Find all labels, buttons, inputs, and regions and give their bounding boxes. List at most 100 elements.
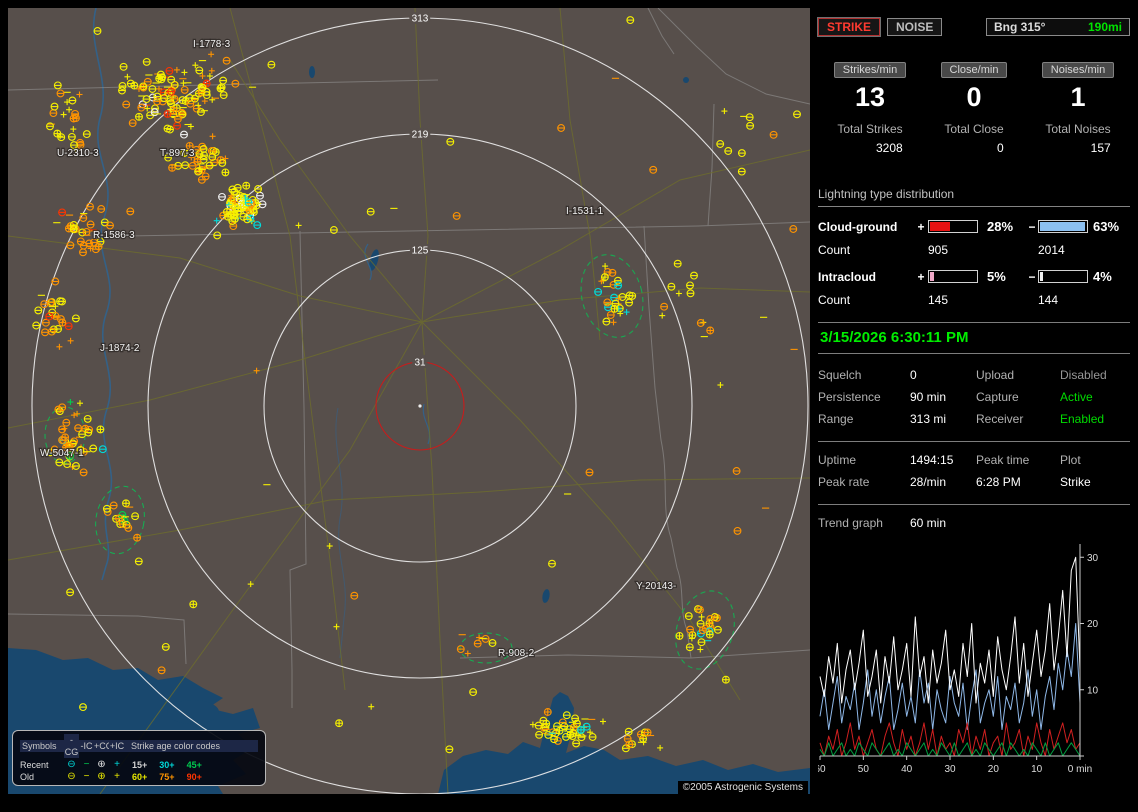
strike-symbol xyxy=(594,287,603,296)
legend-col-header: +CG xyxy=(94,740,113,752)
strike-symbol xyxy=(62,418,71,427)
cg-minus-percent: 63% xyxy=(1093,219,1120,234)
trend-y-tick: 10 xyxy=(1087,685,1099,696)
strike-symbol xyxy=(221,168,230,177)
ic-plus-bar xyxy=(928,270,978,283)
strike-symbol xyxy=(660,302,669,311)
strike-symbol xyxy=(131,512,140,521)
strike-symbol xyxy=(119,62,128,71)
strike-symbol xyxy=(41,328,49,337)
strike-symbol xyxy=(165,66,174,75)
strike-symbol xyxy=(610,304,619,313)
strike-symbol xyxy=(600,718,606,725)
strike-symbol xyxy=(169,106,178,115)
range-value: 313 mi xyxy=(910,412,947,426)
strike-symbol xyxy=(74,410,81,417)
peak-rate-label: Peak rate xyxy=(818,475,870,489)
strike-symbol xyxy=(213,231,222,240)
storm-cell-label: W-5047-1 xyxy=(40,448,84,459)
strike-symbol xyxy=(649,165,658,174)
strike-symbol xyxy=(724,147,733,155)
strike-symbol xyxy=(188,161,197,170)
legend-symbol: − xyxy=(83,771,90,782)
strike-symbol xyxy=(626,16,635,25)
legend-symbol: ⊖ xyxy=(67,771,76,782)
uptime-value: 1494:15 xyxy=(910,453,954,467)
storm-cell-label: I-1531-1 xyxy=(566,206,604,217)
total-close-label: Total Close xyxy=(944,122,1004,136)
strike-symbol xyxy=(614,281,623,290)
storm-cell-labels: I-1778-3 U-2310-3 T-897-3 R-1586-3 I-1531-1 J… xyxy=(39,38,678,661)
strike-symbol xyxy=(173,121,182,130)
rate-labels-row: Strikes/min Close/min Noises/min xyxy=(818,62,1130,78)
total-strikes: Total Strikes 3208 xyxy=(837,122,902,155)
close-per-min-value: 0 xyxy=(966,82,982,112)
total-strikes-label: Total Strikes xyxy=(837,122,903,136)
legend-age-code: 15+ xyxy=(132,759,148,770)
ic-plus-count: 145 xyxy=(928,293,949,307)
rate-values-row: 13 0 1 xyxy=(818,82,1130,112)
strike-symbol xyxy=(83,414,92,423)
strike-symbol xyxy=(40,300,49,309)
trend-graph: 30 20 10 60 50 40 30 20 10 0 min xyxy=(818,544,1099,775)
strike-symbol xyxy=(205,161,214,170)
strike-symbol xyxy=(79,468,88,477)
strike-symbol xyxy=(789,225,798,233)
strike-symbol xyxy=(142,57,151,66)
strike-symbol xyxy=(122,499,130,508)
strike-symbol xyxy=(130,81,139,90)
strike-mode-button[interactable]: STRIKE xyxy=(818,18,881,36)
ic-minus-count: 144 xyxy=(1038,293,1059,307)
strike-symbol xyxy=(89,444,98,453)
legend-age-code: 60+ xyxy=(132,771,148,782)
total-strikes-value: 3208 xyxy=(875,141,903,155)
strike-symbol xyxy=(209,133,216,140)
cloud-ground-row: Cloud-ground + 28% − 63% xyxy=(818,219,1130,234)
strike-symbol xyxy=(456,645,465,654)
strike-symbol xyxy=(488,639,497,647)
noise-mode-button[interactable]: NOISE xyxy=(887,18,943,36)
strike-symbol xyxy=(696,619,705,628)
persistence-label: Persistence xyxy=(818,390,881,404)
ring-label: 31 xyxy=(414,358,426,369)
strike-symbol xyxy=(208,67,215,74)
strike-symbol xyxy=(476,634,483,641)
bearing-distance: 190mi xyxy=(1087,20,1122,34)
strike-symbol xyxy=(577,725,585,734)
strike-symbol xyxy=(96,425,105,434)
lightning-map[interactable]: 313 219 125 31 I-1778-3 U-2310-3 T-897-3 R-158… xyxy=(8,8,810,794)
plot-value: Strike xyxy=(1060,475,1091,489)
strike-symbol xyxy=(135,112,143,121)
strike-symbol xyxy=(335,719,344,728)
strike-symbol xyxy=(222,56,231,65)
strike-symbol xyxy=(588,733,597,741)
strike-symbol xyxy=(452,211,461,220)
close-per-min-label: Close/min xyxy=(940,62,1008,78)
storm-cell-label: R-1586-3 xyxy=(93,230,135,241)
strike-symbol xyxy=(543,708,552,716)
strike-symbol xyxy=(202,91,211,100)
strike-symbol xyxy=(71,412,78,419)
ring-label: 125 xyxy=(412,246,429,257)
cg-minus-bar xyxy=(1038,220,1088,233)
noises-per-min-value: 1 xyxy=(1070,82,1086,112)
peak-rate-value: 28/min xyxy=(910,475,947,489)
strikes-per-min-value: 13 xyxy=(854,82,886,112)
strike-symbol xyxy=(675,631,684,640)
strike-symbol xyxy=(109,501,118,510)
legend-symbol: ⊕ xyxy=(97,771,106,782)
strike-symbol xyxy=(71,109,80,118)
strike-symbol xyxy=(659,312,666,319)
storm-cell-label: R-908-2 xyxy=(498,648,535,659)
strike-symbol xyxy=(769,130,778,139)
map-legend: Symbols -CG -IC +CG +IC Strike age color code… xyxy=(12,730,266,786)
strike-symbol xyxy=(350,591,359,600)
peak-time-label: Peak time xyxy=(976,453,1030,467)
strike-symbol xyxy=(231,79,240,88)
cg-plus-percent: 28% xyxy=(987,219,1014,234)
side-panel: STRIKE NOISE Bng 315° 190mi Strikes/min … xyxy=(818,8,1130,778)
strike-symbol xyxy=(142,95,151,104)
state-borders xyxy=(8,8,810,708)
storm-cell-label: J-1874-2 xyxy=(100,343,140,354)
uptime-label: Uptime xyxy=(818,453,857,467)
